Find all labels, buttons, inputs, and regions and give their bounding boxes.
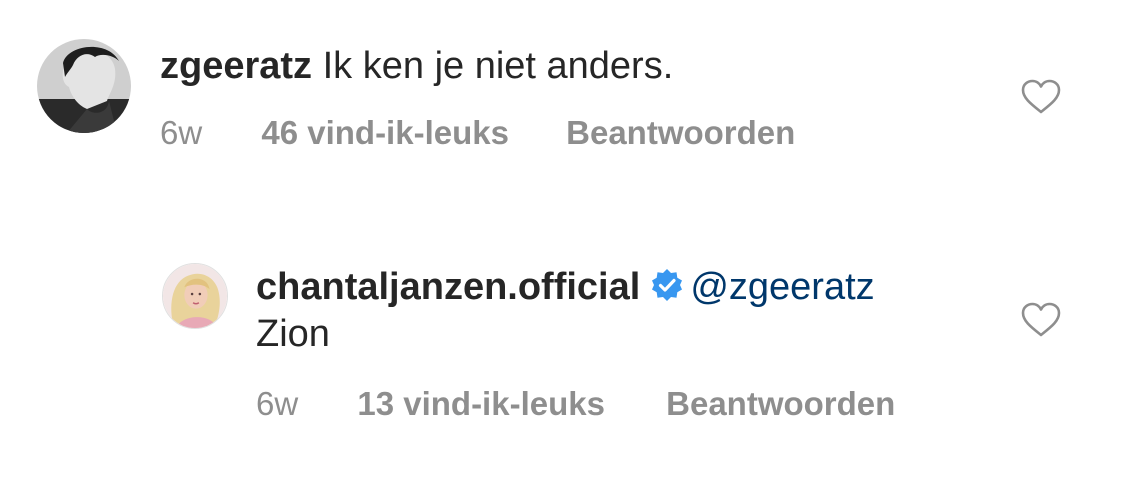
comment-zgeeratz: zgeeratz Ik ken je niet anders. 6w 46 vi…	[0, 0, 1125, 200]
profile-photo-icon	[163, 264, 227, 328]
profile-photo-icon	[37, 39, 131, 133]
username[interactable]: chantaljanzen.official	[256, 266, 640, 308]
comment-text: Ik ken je niet anders.	[322, 45, 674, 87]
verified-badge-icon	[650, 267, 684, 301]
avatar[interactable]	[162, 263, 228, 329]
reply-button[interactable]: Beantwoorden	[566, 113, 795, 153]
comment-meta: 6w 13 vind-ik-leuks Beantwoorden	[256, 384, 895, 424]
comment-body: zgeeratz Ik ken je niet anders.	[160, 43, 673, 89]
comment-chantaljanzen-official: chantaljanzen.official @zgeeratz Zion 6w …	[0, 240, 1125, 481]
mention-link[interactable]: @zgeeratz	[690, 266, 874, 308]
comment-text: Zion	[256, 313, 330, 355]
likes-count[interactable]: 46 vind-ik-leuks	[261, 113, 509, 153]
comment-text-line: Zion	[256, 311, 330, 357]
heart-outline-icon[interactable]	[1021, 302, 1061, 338]
avatar[interactable]	[37, 39, 131, 133]
likes-count[interactable]: 13 vind-ik-leuks	[357, 384, 605, 424]
comment-age: 6w	[160, 114, 203, 151]
comment-meta: 6w 46 vind-ik-leuks Beantwoorden	[160, 113, 795, 153]
comment-header: chantaljanzen.official @zgeeratz	[256, 264, 875, 310]
username[interactable]: zgeeratz	[160, 45, 312, 87]
comment-age: 6w	[256, 385, 299, 422]
reply-button[interactable]: Beantwoorden	[666, 384, 895, 424]
heart-outline-icon[interactable]	[1021, 79, 1061, 115]
